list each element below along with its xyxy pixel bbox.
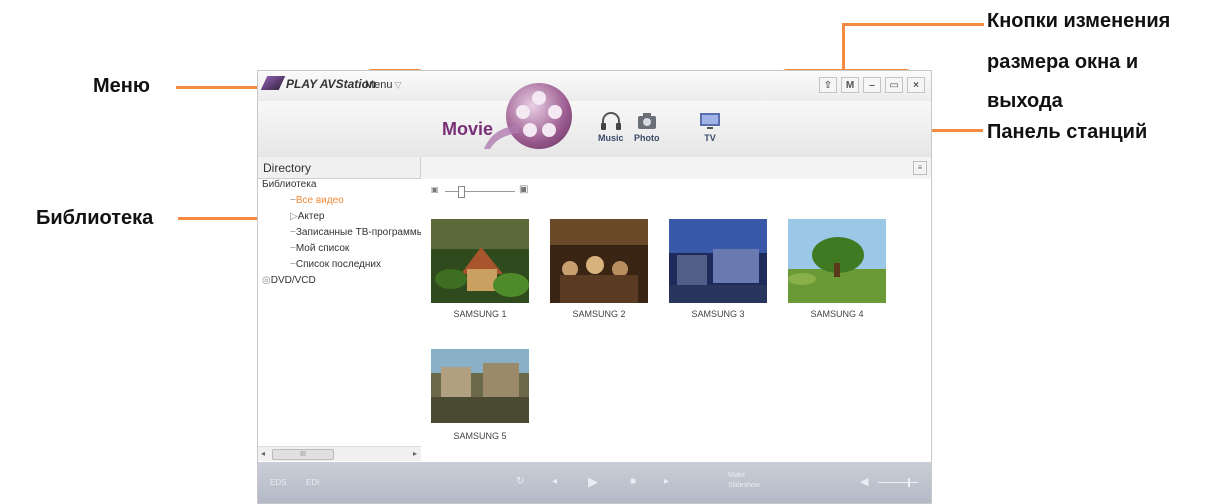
compact-mode-button[interactable]: ⇧ (819, 77, 837, 93)
station-photo[interactable]: Photo (634, 111, 660, 143)
station-music-label: Music (598, 133, 624, 143)
app-title: PLAY AVStation (286, 77, 377, 91)
headphones-icon (600, 112, 621, 130)
previous-icon[interactable]: ◂ (552, 476, 557, 487)
window-buttons-leader-v (842, 23, 845, 70)
make-label[interactable]: Make (728, 472, 745, 479)
maximize-button[interactable]: ▭ (885, 77, 903, 93)
window-buttons-callout-line-1: Кнопки изменения (987, 10, 1171, 32)
slider-track (445, 191, 515, 192)
tree-my-list[interactable]: −Мой список (290, 243, 349, 254)
tree-recorded-tv[interactable]: −Записанные ТВ-программы (290, 227, 422, 238)
video-title-5: SAMSUNG 5 (453, 431, 507, 441)
tree-dvd-vcd[interactable]: ◎DVD/VCD (262, 275, 316, 286)
film-ribbon-icon (484, 125, 520, 149)
window-controls: ⇧ M – ▭ × (819, 77, 925, 93)
eds-button[interactable]: EDS (270, 478, 286, 487)
avstation-window: PLAY AVStation Menu ▽ ⇧ M – ▭ × Movie Mus… (257, 70, 932, 504)
content-header: ≡ (421, 157, 931, 180)
window-buttons-callout: Кнопки изменения размера окна и выхода (987, 9, 1170, 114)
tree-library[interactable]: Библиотека (262, 179, 316, 190)
station-tv[interactable]: TV (698, 111, 722, 143)
scroll-right-icon[interactable]: ▸ (413, 449, 417, 458)
video-title-4: SAMSUNG 4 (810, 309, 864, 319)
scrollbar-thumb[interactable]: III (272, 449, 334, 460)
edi-button[interactable]: EDI (306, 478, 319, 487)
volume-icon[interactable]: ◀ (860, 475, 868, 488)
station-panel: Movie Music Photo TV (258, 83, 931, 158)
station-photo-label: Photo (634, 133, 660, 143)
title-bar: PLAY AVStation Menu ▽ ⇧ M – ▭ × (258, 71, 931, 101)
minimize-button[interactable]: – (863, 77, 881, 93)
video-grid: ▣ ▣ SAMSUNG 1 SAMSUNG 2 SAMSUNG 3 SAMSUN… (421, 179, 931, 462)
menu-label: Menu (365, 79, 393, 91)
video-thumbnail-5[interactable] (431, 349, 529, 423)
tree-my-list-label: Мой список (295, 243, 350, 254)
large-thumb-icon: ▣ (519, 184, 529, 195)
video-title-3: SAMSUNG 3 (691, 309, 745, 319)
chevron-down-icon: ▽ (394, 80, 402, 90)
library-leader-line (178, 217, 258, 220)
station-music[interactable]: Music (598, 111, 624, 143)
station-panel-callout: Панель станций (987, 121, 1148, 143)
tree-dvd-vcd-label: DVD/VCD (270, 275, 316, 286)
slideshow-label[interactable]: Slideshow (728, 482, 760, 489)
video-thumbnail-1[interactable] (431, 219, 529, 303)
tree-actor-label: Актер (297, 211, 325, 222)
list-view-icon[interactable]: ≡ (913, 161, 927, 175)
tree-actor[interactable]: ▷Актер (290, 211, 324, 222)
repeat-icon[interactable]: ↻ (516, 476, 524, 487)
video-thumbnail-2[interactable] (550, 219, 648, 303)
volume-knob[interactable] (908, 478, 910, 487)
thumbnail-size-slider[interactable]: ▣ ▣ (431, 184, 531, 198)
video-title-1: SAMSUNG 1 (453, 309, 507, 319)
video-title-2: SAMSUNG 2 (572, 309, 626, 319)
window-buttons-callout-line-3: выхода (987, 90, 1063, 112)
camera-icon (637, 113, 656, 129)
tree-library-label: Библиотека (262, 179, 317, 190)
slider-knob[interactable] (458, 186, 465, 198)
stop-icon[interactable]: ■ (630, 476, 636, 487)
player-control-bar: EDS EDI ↻ ◂ ▶ ■ ▸ Make Slideshow ◀ (258, 462, 931, 503)
close-button[interactable]: × (907, 77, 925, 93)
tv-icon (700, 113, 720, 129)
tree-recent-list-label: Список последних (295, 259, 381, 270)
window-buttons-callout-line-2: размера окна и (987, 51, 1139, 73)
tree-all-videos-label: Все видео (295, 195, 344, 206)
library-tree: Библиотека −Все видео ▷Актер −Записанные… (258, 179, 422, 462)
tree-horizontal-scrollbar[interactable]: ◂ III ▸ (258, 446, 421, 461)
directory-header: Directory (258, 157, 421, 179)
menu-button[interactable]: Menu ▽ (365, 79, 401, 91)
video-thumbnail-4[interactable] (788, 219, 886, 303)
tree-recorded-tv-label: Записанные ТВ-программы (295, 227, 422, 238)
library-callout: Библиотека (36, 207, 154, 229)
window-buttons-leader-h (842, 23, 984, 26)
scroll-left-icon[interactable]: ◂ (261, 449, 265, 458)
mini-mode-button[interactable]: M (841, 77, 859, 93)
tree-all-videos[interactable]: −Все видео (290, 195, 344, 206)
play-icon[interactable]: ▶ (588, 474, 598, 490)
next-icon[interactable]: ▸ (664, 476, 669, 487)
small-thumb-icon: ▣ (431, 185, 439, 194)
volume-slider[interactable] (878, 478, 918, 487)
menu-callout: Меню (93, 75, 150, 97)
station-tv-label: TV (704, 133, 716, 143)
app-logo-icon (260, 76, 286, 90)
video-thumbnail-3[interactable] (669, 219, 767, 303)
tree-recent-list[interactable]: −Список последних (290, 259, 381, 270)
